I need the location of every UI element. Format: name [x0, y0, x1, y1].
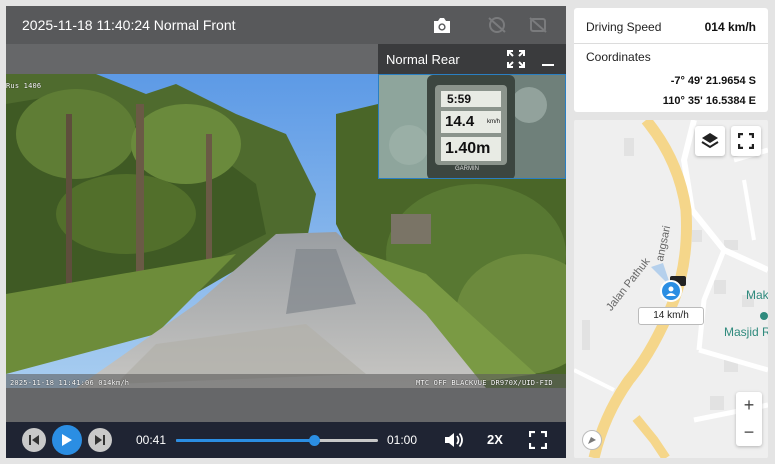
video-top-bar: 2025-11-18 11:40:24 Normal Front — [6, 6, 566, 44]
rear-camera-title: Normal Rear — [386, 52, 460, 67]
rear-device-time: 5:59 — [447, 92, 472, 106]
expand-icon[interactable] — [506, 50, 526, 68]
play-icon[interactable] — [52, 425, 82, 455]
osd-device: MTC OFF BLACKVUE DR970X/UID-FID — [416, 379, 553, 387]
sync-disabled-icon[interactable] — [485, 14, 509, 36]
prev-icon[interactable] — [22, 428, 46, 452]
map-fullscreen-icon[interactable] — [731, 126, 761, 156]
rear-camera-view: 5:59 14.4 km/h 1.40m GARMIN — [378, 74, 566, 179]
zoom-in-button[interactable]: + — [736, 392, 762, 419]
longitude-value: 110° 35' 16.5384 E — [662, 95, 756, 107]
rear-device-brand: GARMIN — [455, 166, 479, 172]
next-icon[interactable] — [88, 428, 112, 452]
video-player: 2025-11-18 11:40:24 Normal Front Rus 140… — [6, 6, 566, 458]
mosque-marker-icon — [760, 312, 768, 320]
fullscreen-icon[interactable] — [527, 430, 549, 450]
total-time: 01:00 — [387, 433, 418, 447]
video-letterbox-bottom — [6, 388, 566, 422]
poi-label-masjid: Masjid R — [724, 325, 768, 339]
seek-bar-thumb[interactable] — [308, 435, 320, 446]
camera-icon[interactable] — [430, 14, 454, 36]
map-speed-label: 14 km/h — [638, 307, 704, 325]
zoom-control: + − — [736, 392, 762, 446]
zoom-out-button[interactable]: − — [736, 419, 762, 446]
front-camera-title: 2025-11-18 11:40:24 Normal Front — [22, 17, 236, 33]
driving-speed-row: Driving Speed 014 km/h — [574, 8, 768, 44]
minimize-icon[interactable] — [538, 50, 558, 68]
seek-bar[interactable] — [176, 435, 378, 446]
layers-icon[interactable] — [695, 126, 725, 156]
osd-timestamp: 2025-11-18 11:41:06 014km/h — [10, 379, 130, 387]
rear-camera-pip[interactable]: Normal Rear 5:59 14.4 km/h 1.40m GARMIN — [378, 44, 566, 179]
osd-top-left: Rus 1406 — [6, 82, 42, 90]
trip-info-card: Driving Speed 014 km/h Coordinates -7° 4… — [574, 8, 768, 112]
compass-icon[interactable] — [582, 430, 602, 450]
rear-camera-bar: Normal Rear — [378, 44, 566, 74]
rear-device-distance: 1.40m — [445, 140, 491, 157]
volume-icon[interactable] — [443, 430, 465, 450]
rear-device-speed: 14.4 — [445, 113, 475, 130]
current-time: 00:41 — [136, 433, 167, 447]
latitude-value: -7° 49' 21.9654 S — [670, 75, 756, 87]
driving-speed-value: 014 km/h — [704, 20, 756, 34]
vehicle-location-icon[interactable] — [660, 280, 682, 302]
driving-speed-label: Driving Speed — [586, 20, 662, 34]
rear-device-speed-unit: km/h — [487, 119, 501, 125]
share-disabled-icon[interactable] — [526, 14, 550, 36]
playback-speed-button[interactable]: 2X — [487, 432, 503, 447]
playback-controls: 00:41 01:00 2X — [6, 422, 566, 458]
seek-bar-fill — [176, 439, 314, 442]
coordinates-label: Coordinates — [586, 50, 651, 64]
poi-label-mak: Mak — [746, 288, 768, 302]
map-view[interactable]: Jalan Pathuk angsari 14 km/h Mak Masjid … — [574, 120, 768, 458]
